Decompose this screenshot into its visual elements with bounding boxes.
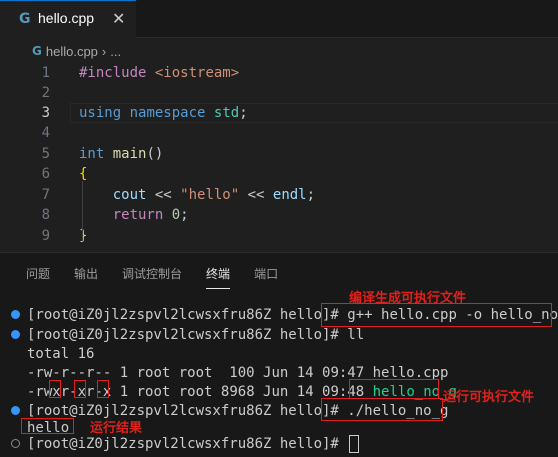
line-number: 2 <box>41 85 50 101</box>
tab-output[interactable]: 输出 <box>74 265 98 289</box>
annotation-box-exec-bit <box>97 380 109 398</box>
tab-debug-console[interactable]: 调试控制台 <box>122 265 182 289</box>
annotation-run-result: 运行结果 <box>90 421 143 436</box>
terminal-line[interactable]: [root@iZ0jl2zspvl2lcwsxfru86Z hello]# <box>0 434 558 454</box>
code-token: namespace <box>129 105 206 121</box>
breadcrumb-separator-icon: › <box>101 43 107 59</box>
code-token: 0 <box>171 207 181 223</box>
terminal-line: [root@iZ0jl2zspvl2lcwsxfru86Z hello]# ll <box>0 325 558 345</box>
code-token: << <box>239 187 273 203</box>
terminal-command: ll <box>347 327 365 343</box>
line-number: 5 <box>41 146 50 162</box>
panel-tab-strip: 问题 输出 调试控制台 终端 端口 <box>26 265 302 289</box>
line-number: 1 <box>41 65 50 81</box>
breadcrumb: G hello.cpp › ... <box>32 42 121 60</box>
code-line[interactable]: 6 { <box>0 164 558 184</box>
command-status-icon[interactable] <box>11 330 20 339</box>
code-token: << <box>146 187 181 203</box>
cpp-file-icon: G <box>32 44 42 58</box>
annotation-box-exec-bit <box>74 380 86 398</box>
tab-problems[interactable]: 问题 <box>26 265 50 289</box>
cpp-file-icon: G <box>19 11 31 27</box>
code-token: using <box>79 105 122 121</box>
code-token: cout <box>112 187 147 203</box>
line-number: 6 <box>41 166 50 182</box>
file-permissions: -rw-r--r-- <box>27 365 112 381</box>
code-token: ; <box>239 105 248 121</box>
terminal-prompt: [root@iZ0jl2zspvl2lcwsxfru86Z hello]# <box>27 307 348 323</box>
code-token: int <box>79 146 105 162</box>
code-line[interactable]: 5 int main() <box>0 144 558 164</box>
line-number: 9 <box>41 228 50 244</box>
annotation-box-run <box>321 398 443 421</box>
code-token: endl <box>272 187 307 203</box>
code-token: { <box>79 166 88 182</box>
command-status-icon[interactable] <box>11 406 20 415</box>
code-token: <iostream> <box>154 65 240 81</box>
code-line[interactable]: 4 <box>0 123 558 143</box>
code-token: main <box>112 146 147 162</box>
terminal-line: total 16 <box>0 344 558 364</box>
annotation-box-output <box>21 418 74 434</box>
code-line[interactable]: 1 #include <iostream> <box>0 63 558 83</box>
code-line[interactable]: 8 return 0; <box>0 205 558 225</box>
tab-terminal[interactable]: 终端 <box>206 265 231 289</box>
code-token: "hello" <box>180 187 240 203</box>
annotation-box-exec-bit <box>49 380 61 398</box>
indent-guide <box>82 181 83 241</box>
terminal-cursor <box>349 435 360 453</box>
close-icon[interactable]: ✕ <box>112 9 125 28</box>
tab-label: hello.cpp <box>38 10 95 26</box>
code-editor[interactable]: 1 #include <iostream> 2 3 using namespac… <box>0 61 558 251</box>
terminal-output: total 16 <box>27 346 95 362</box>
annotation-compile: 编译生成可执行文件 <box>349 291 467 306</box>
editor-tab-bar: G hello.cpp ✕ <box>0 0 558 38</box>
line-number: 8 <box>41 207 50 223</box>
annotation-run-exec: 运行可执行文件 <box>443 390 535 405</box>
line-number: 7 <box>41 187 50 203</box>
code-token: () <box>146 146 164 162</box>
code-token: return <box>112 207 164 223</box>
code-token: #include <box>79 65 147 81</box>
command-status-icon[interactable] <box>11 439 20 448</box>
code-token: } <box>79 228 88 244</box>
line-number: 4 <box>41 125 50 141</box>
annotation-box-exec-file <box>349 379 439 399</box>
command-status-icon[interactable] <box>11 310 20 319</box>
code-line[interactable]: 9 } <box>0 226 558 246</box>
code-token: std <box>213 105 240 121</box>
code-token: ; <box>306 187 316 203</box>
terminal-prompt: [root@iZ0jl2zspvl2lcwsxfru86Z hello]# <box>27 327 348 343</box>
code-line[interactable]: 3 using namespace std; <box>0 103 558 123</box>
tab-ports[interactable]: 端口 <box>254 265 278 289</box>
code-line[interactable]: 7 cout << "hello" << endl; <box>0 185 558 205</box>
code-line[interactable]: 2 <box>0 83 558 103</box>
tab-hello-cpp[interactable]: G hello.cpp ✕ <box>0 0 136 38</box>
breadcrumb-more[interactable]: ... <box>110 44 121 59</box>
annotation-box-compile <box>321 303 552 327</box>
line-number: 3 <box>41 105 50 121</box>
code-token: ; <box>180 207 189 223</box>
terminal-prompt: [root@iZ0jl2zspvl2lcwsxfru86Z hello]# <box>27 436 348 452</box>
breadcrumb-file[interactable]: hello.cpp <box>46 44 98 59</box>
file-info: 1 root root 100 Jun 14 09:47 <box>111 365 373 381</box>
terminal-prompt: [root@iZ0jl2zspvl2lcwsxfru86Z hello]# <box>27 403 348 419</box>
